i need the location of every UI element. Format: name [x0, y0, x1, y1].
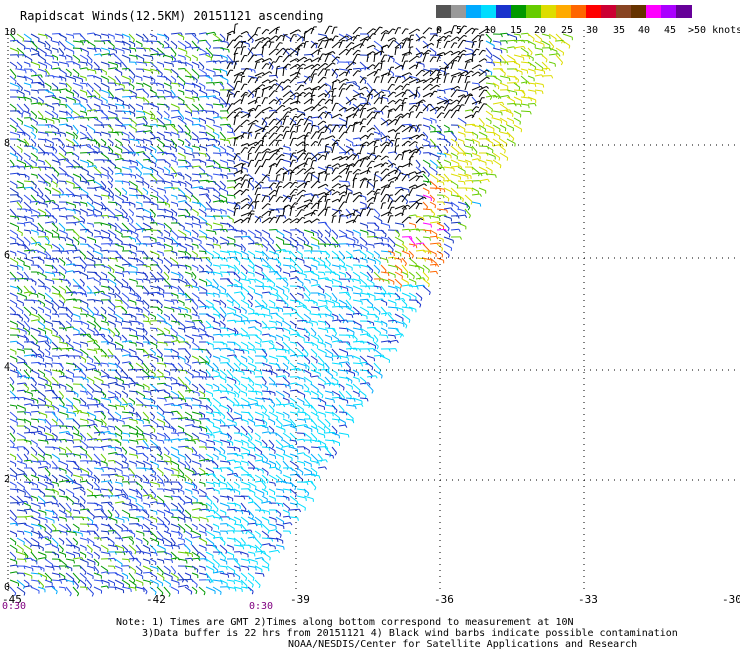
- longitude-tick: -36: [434, 593, 454, 606]
- latitude-tick: 4: [4, 362, 11, 373]
- longitude-tick: -39: [290, 593, 310, 606]
- latitude-tick: 0: [4, 582, 11, 593]
- wind-barb-map: [7, 23, 738, 597]
- time-label-center: 0:30: [249, 601, 274, 612]
- time-label-left: 0:30: [2, 601, 27, 612]
- note-line-1: Note: 1) Times are GMT 2)Times along bot…: [116, 617, 574, 628]
- latitude-tick: 10: [4, 27, 17, 38]
- latitude-tick: 6: [4, 250, 11, 261]
- note-line-2: 3)Data buffer is 22 hrs from 20151121 4)…: [142, 628, 678, 639]
- latitude-tick: 2: [4, 474, 11, 485]
- longitude-tick: -33: [578, 593, 598, 606]
- lat-lon-grid: [7, 30, 738, 592]
- longitude-tick: -30: [722, 593, 740, 606]
- longitude-tick: -42: [146, 593, 166, 606]
- latitude-tick: 8: [4, 138, 11, 149]
- satellite-swath-barbs: [9, 23, 573, 597]
- note-line-3: NOAA/NESDIS/Center for Satellite Applica…: [288, 639, 638, 650]
